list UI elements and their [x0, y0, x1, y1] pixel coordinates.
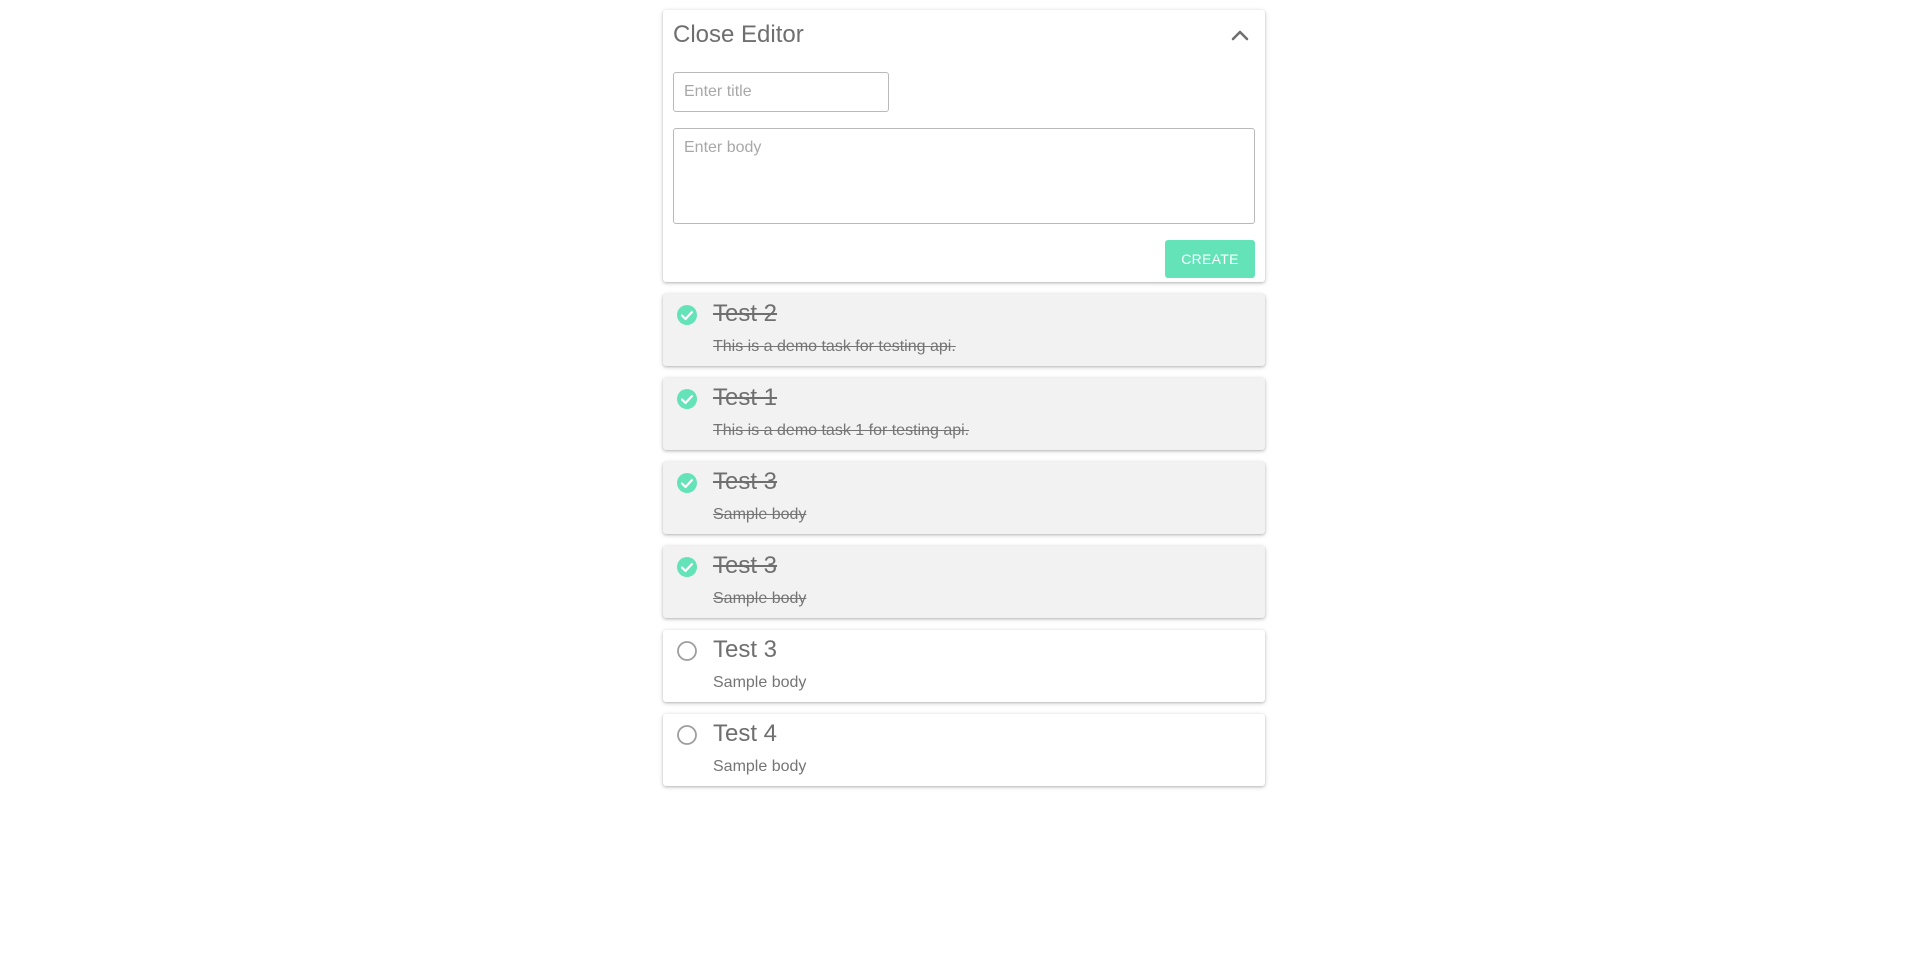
chevron-up-icon[interactable]: [1225, 20, 1255, 50]
task-card: Test 3 Sample body: [663, 630, 1265, 702]
empty-circle-icon[interactable]: [676, 724, 698, 746]
task-card: Test 4 Sample body: [663, 714, 1265, 786]
task-title: Test 3: [713, 636, 778, 663]
task-body: Sample body: [713, 674, 807, 691]
create-row: CREATE: [673, 240, 1255, 278]
check-circle-icon[interactable]: [676, 556, 698, 578]
task-editor: Close Editor CREATE: [663, 10, 1265, 282]
task-body: Sample body: [713, 758, 807, 775]
check-circle-icon[interactable]: [676, 304, 698, 326]
task-list: Test 2 This is a demo task for testing ap…: [663, 294, 1265, 786]
check-circle-icon[interactable]: [676, 388, 698, 410]
task-body: This is a demo task for testing api.: [713, 338, 956, 355]
task-card: Test 3 Sample body: [663, 546, 1265, 618]
task-title: Test 1: [713, 384, 778, 411]
check-circle-icon[interactable]: [676, 472, 698, 494]
title-input[interactable]: [673, 72, 889, 112]
task-card: Test 1 This is a demo task 1 for testing …: [663, 378, 1265, 450]
editor-header: Close Editor: [673, 10, 1255, 60]
task-card: Test 3 Sample body: [663, 462, 1265, 534]
task-body: Sample body: [713, 590, 807, 607]
task-title: Test 2: [713, 300, 778, 327]
task-body: Sample body: [713, 506, 807, 523]
task-body: This is a demo task 1 for testing api.: [713, 422, 970, 439]
task-title: Test 4: [713, 720, 778, 747]
task-title: Test 3: [713, 552, 778, 579]
task-card: Test 2 This is a demo task for testing ap…: [663, 294, 1265, 366]
editor-toggle-label[interactable]: Close Editor: [673, 21, 804, 49]
empty-circle-icon[interactable]: [676, 640, 698, 662]
body-input[interactable]: [673, 128, 1255, 224]
todo-app: Close Editor CREATE Test 2 This is a demo…: [663, 10, 1265, 786]
create-button[interactable]: CREATE: [1165, 240, 1255, 278]
task-title: Test 3: [713, 468, 778, 495]
